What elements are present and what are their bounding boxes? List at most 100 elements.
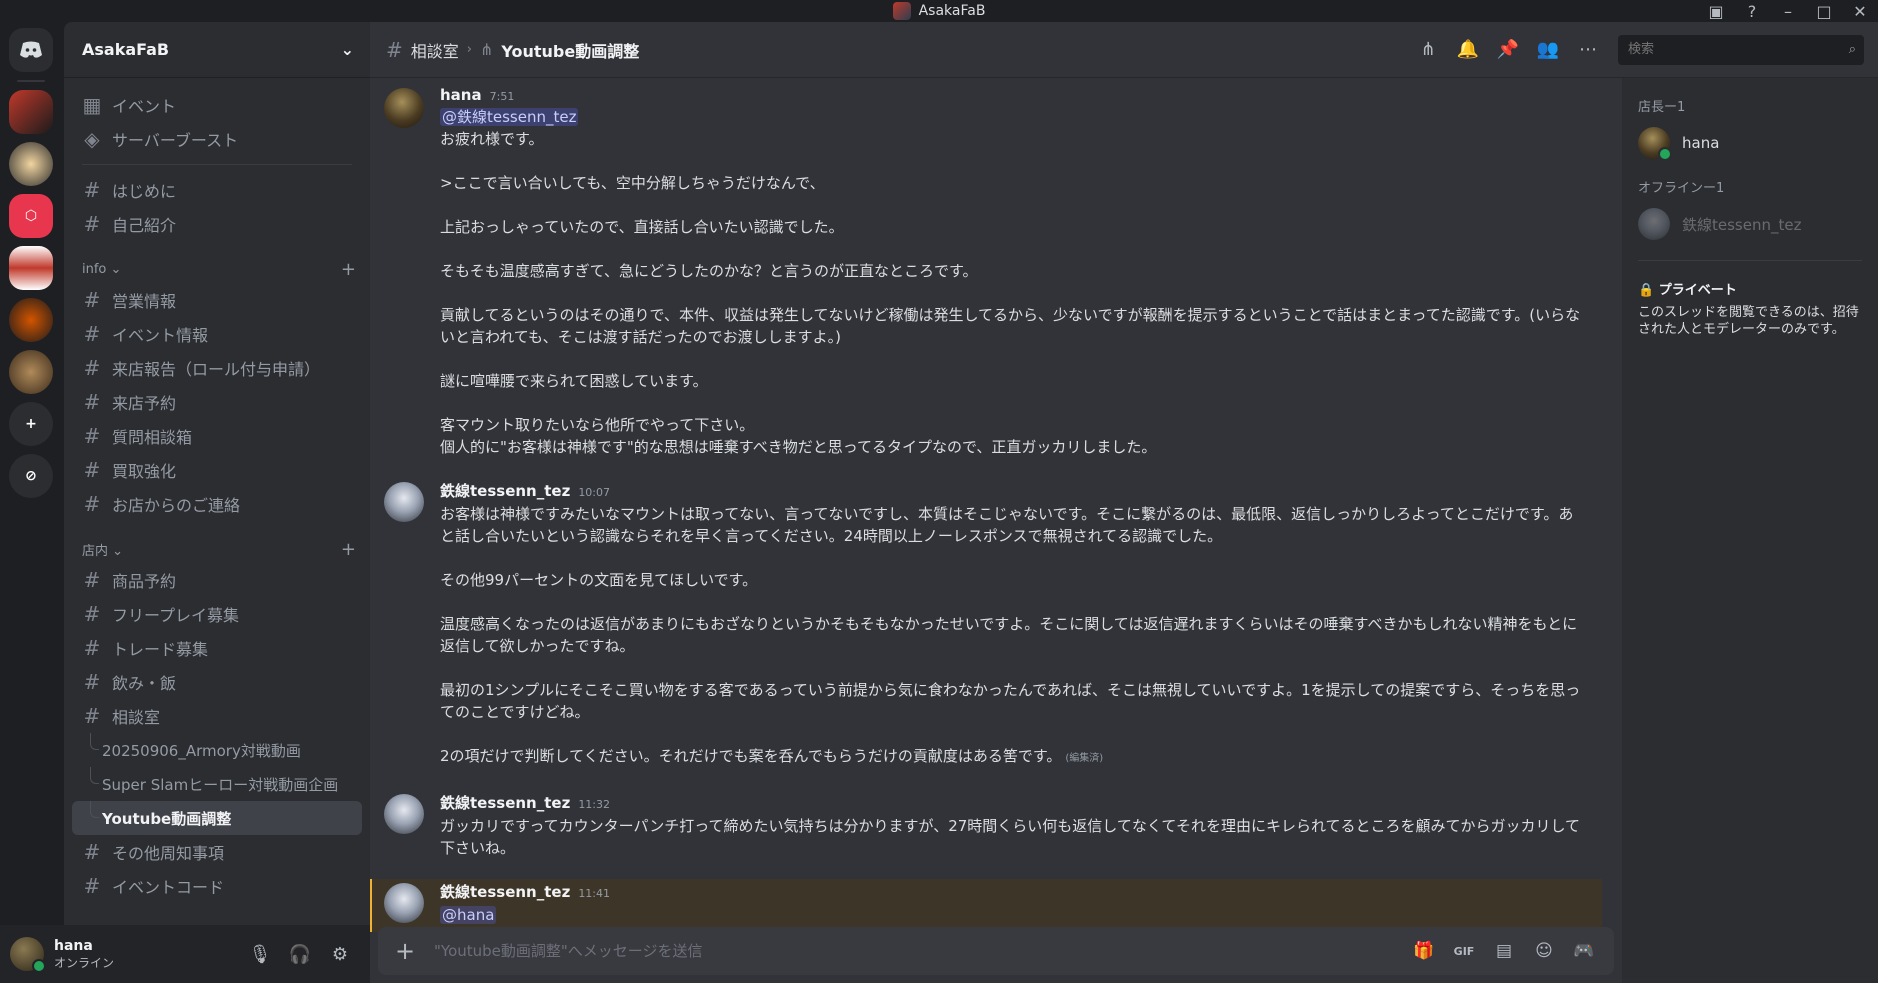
message[interactable]: 鉄線tessenn_tez 11:32 ガッカリですってカウンターパンチ打って締…: [370, 790, 1602, 865]
headphones-icon[interactable]: 🎧: [280, 938, 320, 970]
thread-item[interactable]: Super Slamヒーロー対戦動画企画: [72, 767, 362, 801]
server-icon-4[interactable]: [9, 246, 53, 290]
emoji-icon[interactable]: ☺: [1524, 934, 1564, 968]
member-name: 鉄線tessenn_tez: [1682, 215, 1802, 234]
message-list: hana 7:51 @鉄線tessenn_tez お疲れ様です。 >ここで言い合…: [370, 78, 1622, 932]
message-author[interactable]: hana: [440, 86, 482, 104]
server-icon-3[interactable]: ⬡: [9, 194, 53, 238]
channel-item[interactable]: # 飲み・飯: [72, 665, 362, 699]
member-item[interactable]: 鉄線tessenn_tez: [1638, 204, 1862, 244]
avatar: [1638, 208, 1670, 240]
member-group-heading: 店長ー1: [1638, 100, 1686, 115]
channel-item[interactable]: # 質問相談箱: [72, 419, 362, 453]
channel-item[interactable]: # その他周知事項: [72, 835, 362, 869]
message-line: [440, 392, 1586, 414]
message[interactable]: 鉄線tessenn_tez 10:07 お客様は神様ですみたいなマウントは取って…: [370, 478, 1602, 776]
channel-item[interactable]: # はじめに: [72, 173, 362, 207]
server-icon-6[interactable]: [9, 350, 53, 394]
gif-icon[interactable]: GIF: [1444, 934, 1484, 968]
message-author[interactable]: 鉄線tessenn_tez: [440, 792, 570, 813]
search-input[interactable]: [1626, 41, 1849, 58]
thread-hash-icon: #: [83, 568, 101, 592]
breadcrumb-channel[interactable]: 相談室: [411, 38, 459, 62]
hash-icon: #: [83, 424, 101, 448]
close-button[interactable]: ✕: [1842, 0, 1878, 22]
sidebar-item-label: イベント: [112, 97, 177, 116]
channel-item[interactable]: # 商品予約: [72, 563, 362, 597]
category-info[interactable]: info ⌄ +: [72, 255, 362, 283]
bell-icon[interactable]: 🔔: [1448, 34, 1488, 66]
channel-item[interactable]: # イベントコード: [72, 869, 362, 903]
message-line: 貢献してるというのはその通りで、本件、収益は発生してないけど稼働は発生してるから…: [440, 306, 1581, 346]
message-input[interactable]: [432, 941, 1404, 961]
channel-item[interactable]: # 相談室: [72, 699, 362, 733]
channel-item[interactable]: # 自己紹介: [72, 207, 362, 241]
channel-item[interactable]: # 来店報告（ロール付与申請）: [72, 351, 362, 385]
add-attachment-icon[interactable]: +: [388, 934, 422, 968]
microphone-icon[interactable]: 🎙: [240, 938, 280, 970]
channel-label: その他周知事項: [112, 844, 225, 863]
message-line: 謎に喧嘩腰で来られて困惑しています。: [440, 372, 708, 390]
sticker-icon[interactable]: ▤: [1484, 934, 1524, 968]
add-server-icon[interactable]: +: [9, 402, 53, 446]
avatar[interactable]: [384, 482, 424, 522]
channel-list: ▦ イベント ◈ サーバーブースト # はじめに # 自己紹介 info ⌄ + #…: [64, 78, 370, 913]
channel-item[interactable]: # 来店予約: [72, 385, 362, 419]
minimize-button[interactable]: –: [1770, 0, 1806, 22]
guild-header[interactable]: AsakaFaB ⌄: [64, 22, 370, 78]
message-line: 客マウント取りたいなら他所でやって下さい。: [440, 416, 755, 434]
thread-item-active[interactable]: Youtube動画調整: [72, 801, 362, 835]
channel-item[interactable]: # 営業情報: [72, 283, 362, 317]
pin-icon[interactable]: 📌: [1488, 34, 1528, 66]
channel-label: イベント情報: [112, 326, 209, 345]
gamepad-icon[interactable]: 🎮: [1564, 934, 1604, 968]
message[interactable]: hana 7:51 @鉄線tessenn_tez お疲れ様です。 >ここで言い合…: [370, 84, 1602, 464]
user-name: hana: [54, 937, 93, 954]
thread-item[interactable]: 20250906_Armory対戦動画: [72, 733, 362, 767]
chat-content: hana 7:51 @鉄線tessenn_tez お疲れ様です。 >ここで言い合…: [370, 78, 1622, 983]
threads-icon[interactable]: ⋔: [1408, 34, 1448, 66]
message-time: 11:32: [578, 798, 611, 811]
inbox-icon[interactable]: ▣: [1698, 0, 1734, 22]
avatar[interactable]: [384, 883, 424, 923]
chevron-down-icon: ⌄: [112, 543, 124, 559]
search-box[interactable]: ⌕: [1618, 34, 1864, 65]
more-icon[interactable]: ⋯: [1568, 34, 1608, 66]
channel-label: フリープレイ募集: [112, 606, 240, 625]
gear-icon[interactable]: ⚙: [320, 938, 360, 970]
channel-item[interactable]: # 買取強化: [72, 453, 362, 487]
message-author[interactable]: 鉄線tessenn_tez: [440, 881, 570, 902]
sidebar-item-events[interactable]: ▦ イベント: [72, 88, 362, 122]
discover-icon[interactable]: ⊘: [9, 454, 53, 498]
avatar[interactable]: [384, 794, 424, 834]
discord-home-icon[interactable]: [9, 28, 53, 72]
server-icon-1[interactable]: [9, 90, 53, 134]
members-icon[interactable]: 👥: [1528, 34, 1568, 66]
channel-topbar: # 相談室 › ⋔ Youtube動画調整 ⋔ 🔔 📌 👥 ⋯ ⌕: [370, 22, 1878, 78]
thread-label: 20250906_Armory対戦動画: [102, 741, 301, 760]
add-channel-icon[interactable]: +: [341, 539, 356, 560]
category-store[interactable]: 店内 ⌄ +: [72, 535, 362, 563]
window-title-text: AsakaFaB: [918, 3, 986, 19]
gift-icon[interactable]: 🎁: [1404, 934, 1444, 968]
channel-label: お店からのご連絡: [112, 496, 241, 515]
channel-item[interactable]: # お店からのご連絡: [72, 487, 362, 521]
help-icon[interactable]: ?: [1734, 0, 1770, 22]
channel-item[interactable]: # トレード募集: [72, 631, 362, 665]
add-channel-icon[interactable]: +: [341, 259, 356, 280]
maximize-button[interactable]: □: [1806, 0, 1842, 22]
message-line: [440, 238, 1586, 260]
avatar[interactable]: [384, 88, 424, 128]
sidebar-item-server-boost[interactable]: ◈ サーバーブースト: [72, 122, 362, 156]
channel-label: 商品予約: [112, 572, 177, 591]
server-icon-5[interactable]: [9, 298, 53, 342]
user-mention[interactable]: @hana: [440, 906, 497, 924]
avatar[interactable]: [10, 937, 46, 973]
channel-item[interactable]: # フリープレイ募集: [72, 597, 362, 631]
message-mentioned[interactable]: 鉄線tessenn_tez 11:41 @hana: [370, 879, 1602, 932]
message-author[interactable]: 鉄線tessenn_tez: [440, 480, 570, 501]
server-icon-2[interactable]: [9, 142, 53, 186]
channel-item[interactable]: # イベント情報: [72, 317, 362, 351]
user-mention[interactable]: @鉄線tessenn_tez: [440, 108, 579, 126]
member-item[interactable]: hana: [1638, 123, 1862, 163]
